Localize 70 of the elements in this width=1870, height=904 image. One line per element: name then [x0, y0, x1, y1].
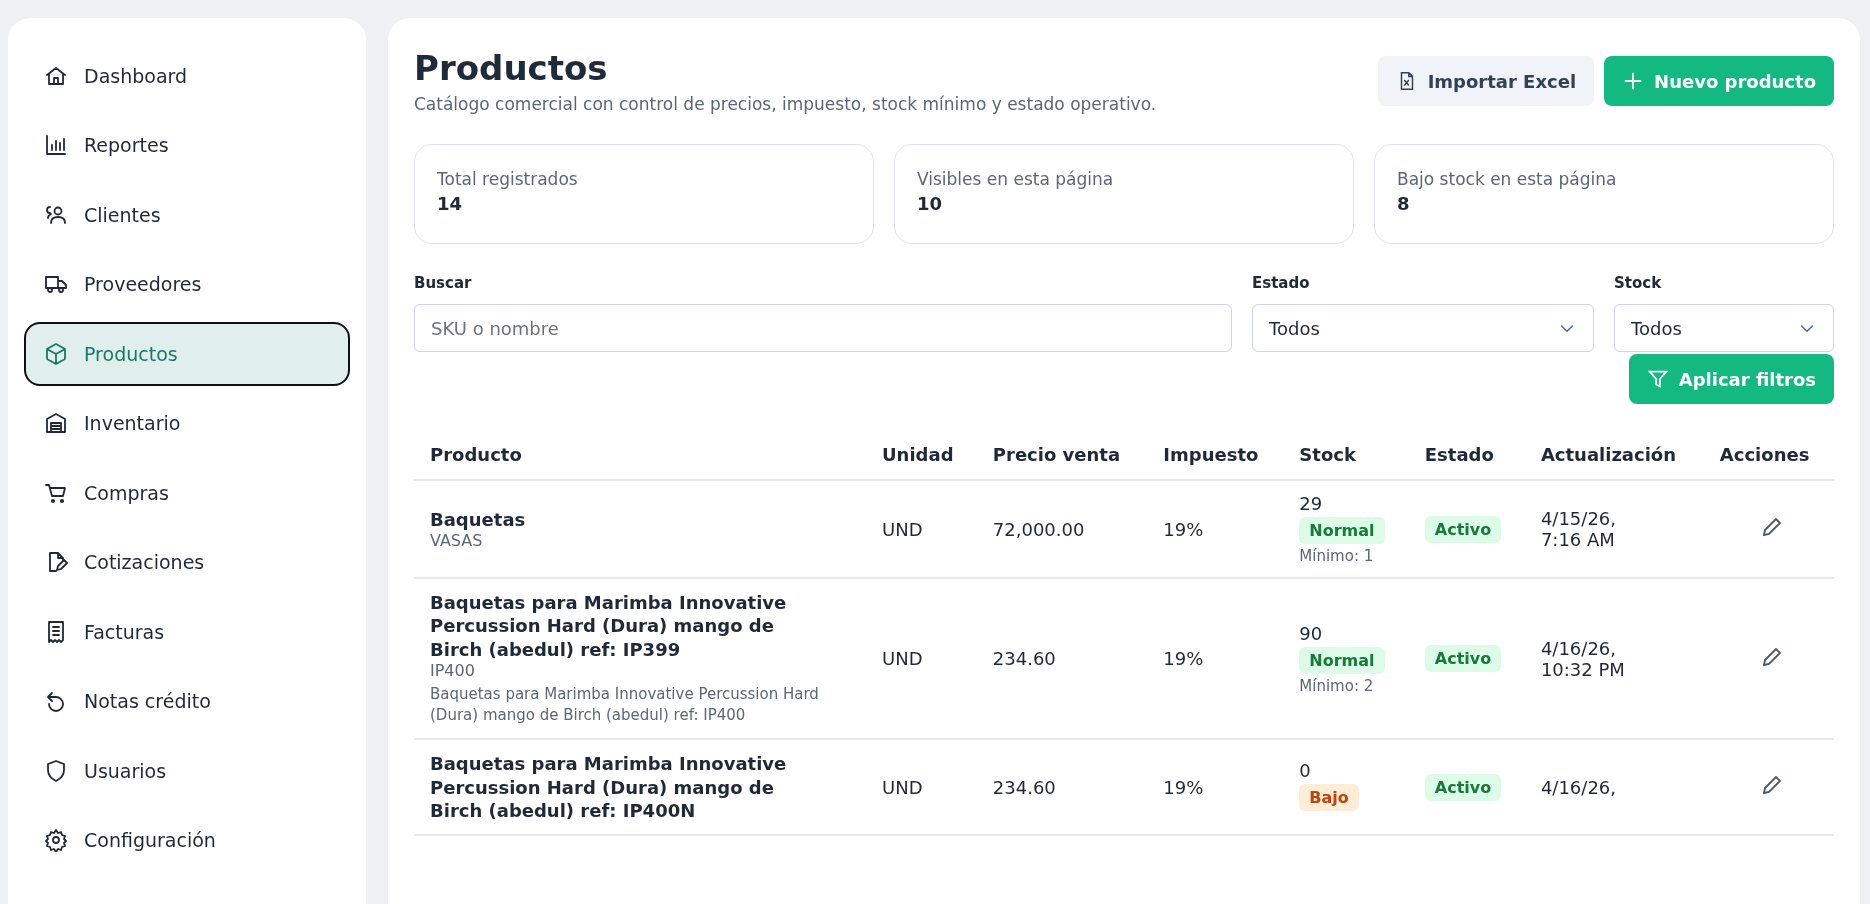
stock-minimum: Mínimo: 1 — [1299, 547, 1375, 565]
column-header: Unidad — [866, 430, 977, 480]
field-label: Stock — [1614, 274, 1663, 292]
product-name: Baquetas para Marimba Innovative Percussion Hard (Dura) mango de Birch (abedul) ref: IP400N — [430, 752, 788, 823]
table-cell: UND — [882, 518, 923, 540]
sidebar-item[interactable]: Proveedores — [24, 252, 350, 316]
page-title: Productos — [414, 48, 609, 88]
column-header: Actualización — [1524, 430, 1704, 480]
stock-quantity: 0 — [1299, 760, 1312, 782]
status-dropdown[interactable]: Todos — [1252, 304, 1594, 352]
table-cell: 234.60 — [992, 648, 1056, 670]
warehouse-icon — [44, 411, 68, 436]
filter-icon — [1646, 368, 1669, 390]
updated-date: 4/15/26, 7:16 AM — [1540, 508, 1617, 550]
column-header: Estado — [1408, 430, 1525, 480]
sidebar-item[interactable]: Productos — [24, 322, 350, 386]
stock-status-badge: Bajo — [1299, 784, 1359, 812]
box-icon — [44, 341, 68, 366]
bar-chart-icon — [44, 133, 68, 158]
status-badge: Activo — [1424, 515, 1502, 543]
table-cell: UND — [882, 648, 923, 670]
column-header: Producto — [414, 430, 866, 480]
product-description: Baquetas para Marimba Innovative Percussion Hard (Dura) mango de Birch (abedul) ref: IP400 — [430, 684, 820, 727]
table-cell: 19% — [1163, 518, 1204, 540]
stat-value: 8 — [1397, 193, 1411, 214]
sidebar-item[interactable]: Reportes — [24, 113, 350, 177]
import-button[interactable]: Importar Excel — [1377, 56, 1595, 106]
stat-value: 10 — [917, 193, 944, 214]
search-field[interactable]: SKU o nombre — [414, 304, 1232, 352]
sidebar-item[interactable]: Inventario — [24, 391, 350, 455]
sidebar-item[interactable]: Dashboard — [24, 44, 350, 108]
updated-date: 4/16/26, — [1540, 776, 1617, 798]
table-cell: UND — [882, 776, 923, 798]
stock-minimum: Mínimo: 2 — [1299, 676, 1375, 695]
stock-status-badge: Normal — [1299, 646, 1385, 674]
updated-date: 4/16/26, 10:32 PM — [1540, 637, 1626, 680]
column-header: Stock — [1283, 430, 1409, 480]
sidebar-item[interactable]: Configuración — [24, 808, 350, 872]
product-name: Baquetas para Marimba Innovative Percussion Hard (Dura) mango de Birch (abedul) ref: IP399 — [430, 591, 788, 662]
field-label: Estado — [1252, 274, 1311, 292]
sidebar-item[interactable]: Cotizaciones — [24, 530, 350, 594]
sidebar-item[interactable]: Notas crédito — [24, 669, 350, 733]
stat-label: Bajo stock en esta página — [1397, 169, 1618, 189]
stock-status-badge: Normal — [1299, 517, 1385, 544]
field-label: Buscar — [414, 274, 473, 292]
product-sku: IP400 — [430, 661, 476, 681]
product-name: Baquetas — [430, 507, 527, 532]
product-sku: VASAS — [430, 531, 484, 551]
status-badge: Activo — [1424, 773, 1502, 801]
stock-quantity: 90 — [1299, 622, 1324, 644]
sidebar-item[interactable]: Compras — [24, 461, 350, 525]
stock-dropdown[interactable]: Todos — [1614, 304, 1834, 352]
column-header: Acciones — [1703, 430, 1834, 480]
table-cell: 19% — [1163, 648, 1204, 670]
stat-label: Visibles en esta página — [917, 169, 1115, 189]
sidebar-item[interactable]: Usuarios — [24, 739, 350, 803]
table-cell: 72,000.00 — [992, 518, 1085, 540]
shield-icon — [44, 758, 68, 783]
stock-quantity: 29 — [1299, 493, 1324, 514]
sidebar-item[interactable]: Clientes — [24, 183, 350, 247]
table-cell: 234.60 — [992, 776, 1056, 798]
column-header: Precio venta — [976, 430, 1148, 480]
settings-icon — [44, 828, 68, 853]
table-cell: 19% — [1163, 776, 1204, 798]
sidebar-item[interactable]: Facturas — [24, 600, 350, 664]
column-header: Impuesto — [1147, 430, 1284, 480]
page-subtitle: Catálogo comercial con control de precios, impuesto, stock mínimo y estado operativo. — [414, 94, 1157, 114]
stat-label: Total registrados — [437, 169, 579, 189]
stat-value: 14 — [437, 193, 464, 214]
status-badge: Activo — [1424, 645, 1502, 673]
